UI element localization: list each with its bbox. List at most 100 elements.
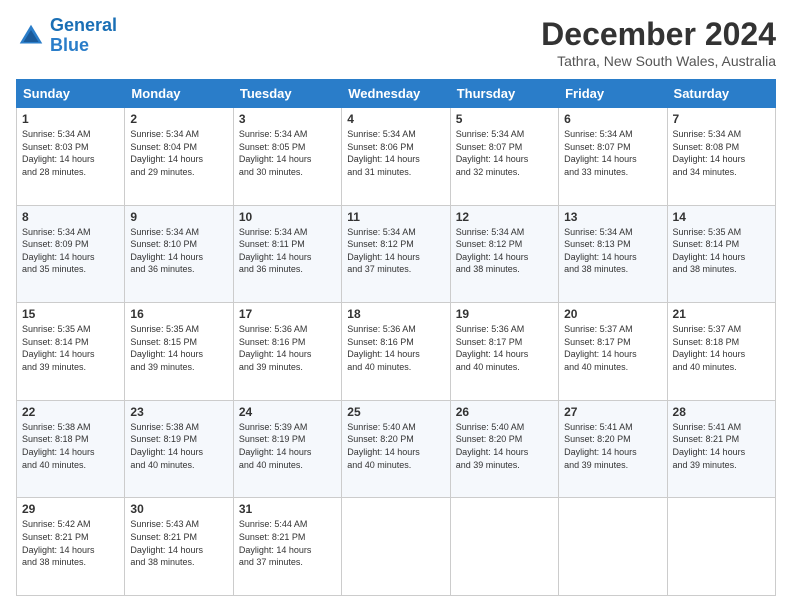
logo-icon [16, 21, 46, 51]
day-number: 29 [22, 502, 119, 516]
day-number: 21 [673, 307, 770, 321]
day-info: Sunrise: 5:35 AMSunset: 8:14 PMDaylight:… [22, 323, 119, 373]
col-sunday: Sunday [17, 80, 125, 108]
day-info: Sunrise: 5:36 AMSunset: 8:17 PMDaylight:… [456, 323, 553, 373]
table-row: 24 Sunrise: 5:39 AMSunset: 8:19 PMDayligh… [233, 400, 341, 498]
table-row: 15 Sunrise: 5:35 AMSunset: 8:14 PMDayligh… [17, 303, 125, 401]
day-info: Sunrise: 5:43 AMSunset: 8:21 PMDaylight:… [130, 518, 227, 568]
day-number: 6 [564, 112, 661, 126]
day-info: Sunrise: 5:36 AMSunset: 8:16 PMDaylight:… [239, 323, 336, 373]
table-row: 29 Sunrise: 5:42 AMSunset: 8:21 PMDayligh… [17, 498, 125, 596]
table-row: 1 Sunrise: 5:34 AMSunset: 8:03 PMDaylight… [17, 108, 125, 206]
day-info: Sunrise: 5:34 AMSunset: 8:06 PMDaylight:… [347, 128, 444, 178]
calendar-table: Sunday Monday Tuesday Wednesday Thursday… [16, 79, 776, 596]
day-info: Sunrise: 5:41 AMSunset: 8:21 PMDaylight:… [673, 421, 770, 471]
table-row: 19 Sunrise: 5:36 AMSunset: 8:17 PMDayligh… [450, 303, 558, 401]
table-row [559, 498, 667, 596]
day-number: 28 [673, 405, 770, 419]
table-row: 10 Sunrise: 5:34 AMSunset: 8:11 PMDayligh… [233, 205, 341, 303]
day-number: 17 [239, 307, 336, 321]
day-info: Sunrise: 5:34 AMSunset: 8:05 PMDaylight:… [239, 128, 336, 178]
day-number: 12 [456, 210, 553, 224]
day-info: Sunrise: 5:34 AMSunset: 8:07 PMDaylight:… [456, 128, 553, 178]
header: General Blue December 2024 Tathra, New S… [16, 16, 776, 69]
calendar-week-row: 8Sunrise: 5:34 AMSunset: 8:09 PMDaylight… [17, 205, 776, 303]
day-info: Sunrise: 5:40 AMSunset: 8:20 PMDaylight:… [347, 421, 444, 471]
table-row: 11 Sunrise: 5:34 AMSunset: 8:12 PMDayligh… [342, 205, 450, 303]
table-row: 9Sunrise: 5:34 AMSunset: 8:10 PMDaylight… [125, 205, 233, 303]
day-info: Sunrise: 5:37 AMSunset: 8:18 PMDaylight:… [673, 323, 770, 373]
day-number: 31 [239, 502, 336, 516]
table-row: 27 Sunrise: 5:41 AMSunset: 8:20 PMDayligh… [559, 400, 667, 498]
calendar-week-row: 29 Sunrise: 5:42 AMSunset: 8:21 PMDayligh… [17, 498, 776, 596]
table-row: 31 Sunrise: 5:44 AMSunset: 8:21 PMDayligh… [233, 498, 341, 596]
table-row [667, 498, 775, 596]
day-number: 20 [564, 307, 661, 321]
table-row: 4 Sunrise: 5:34 AMSunset: 8:06 PMDaylight… [342, 108, 450, 206]
table-row: 3Sunrise: 5:34 AMSunset: 8:05 PMDaylight… [233, 108, 341, 206]
table-row: 18 Sunrise: 5:36 AMSunset: 8:16 PMDayligh… [342, 303, 450, 401]
day-number: 19 [456, 307, 553, 321]
table-row: 28 Sunrise: 5:41 AMSunset: 8:21 PMDayligh… [667, 400, 775, 498]
day-number: 10 [239, 210, 336, 224]
day-info: Sunrise: 5:35 AMSunset: 8:14 PMDaylight:… [673, 226, 770, 276]
day-info: Sunrise: 5:44 AMSunset: 8:21 PMDaylight:… [239, 518, 336, 568]
day-number: 18 [347, 307, 444, 321]
day-info: Sunrise: 5:39 AMSunset: 8:19 PMDaylight:… [239, 421, 336, 471]
day-number: 1 [22, 112, 119, 126]
main-title: December 2024 [541, 16, 776, 53]
day-info: Sunrise: 5:42 AMSunset: 8:21 PMDaylight:… [22, 518, 119, 568]
logo-line1: General [50, 15, 117, 35]
logo-line2: Blue [50, 35, 89, 55]
calendar-header-row: Sunday Monday Tuesday Wednesday Thursday… [17, 80, 776, 108]
col-monday: Monday [125, 80, 233, 108]
col-wednesday: Wednesday [342, 80, 450, 108]
table-row: 30 Sunrise: 5:43 AMSunset: 8:21 PMDayligh… [125, 498, 233, 596]
calendar-week-row: 22Sunrise: 5:38 AMSunset: 8:18 PMDayligh… [17, 400, 776, 498]
day-info: Sunrise: 5:34 AMSunset: 8:13 PMDaylight:… [564, 226, 661, 276]
table-row: 8Sunrise: 5:34 AMSunset: 8:09 PMDaylight… [17, 205, 125, 303]
logo-text: General Blue [50, 16, 117, 56]
col-saturday: Saturday [667, 80, 775, 108]
day-info: Sunrise: 5:35 AMSunset: 8:15 PMDaylight:… [130, 323, 227, 373]
table-row: 14 Sunrise: 5:35 AMSunset: 8:14 PMDayligh… [667, 205, 775, 303]
table-row: 5 Sunrise: 5:34 AMSunset: 8:07 PMDaylight… [450, 108, 558, 206]
table-row: 7 Sunrise: 5:34 AMSunset: 8:08 PMDaylight… [667, 108, 775, 206]
day-number: 14 [673, 210, 770, 224]
table-row: 17 Sunrise: 5:36 AMSunset: 8:16 PMDayligh… [233, 303, 341, 401]
table-row: 16 Sunrise: 5:35 AMSunset: 8:15 PMDayligh… [125, 303, 233, 401]
day-number: 11 [347, 210, 444, 224]
table-row: 23Sunrise: 5:38 AMSunset: 8:19 PMDayligh… [125, 400, 233, 498]
day-info: Sunrise: 5:34 AMSunset: 8:09 PMDaylight:… [22, 226, 119, 276]
day-number: 22 [22, 405, 119, 419]
day-info: Sunrise: 5:34 AMSunset: 8:11 PMDaylight:… [239, 226, 336, 276]
day-number: 26 [456, 405, 553, 419]
col-friday: Friday [559, 80, 667, 108]
table-row: 21 Sunrise: 5:37 AMSunset: 8:18 PMDayligh… [667, 303, 775, 401]
day-info: Sunrise: 5:34 AMSunset: 8:12 PMDaylight:… [347, 226, 444, 276]
day-number: 4 [347, 112, 444, 126]
day-number: 23 [130, 405, 227, 419]
day-number: 16 [130, 307, 227, 321]
table-row: 12Sunrise: 5:34 AMSunset: 8:12 PMDayligh… [450, 205, 558, 303]
day-info: Sunrise: 5:40 AMSunset: 8:20 PMDaylight:… [456, 421, 553, 471]
col-thursday: Thursday [450, 80, 558, 108]
table-row [450, 498, 558, 596]
day-info: Sunrise: 5:34 AMSunset: 8:03 PMDaylight:… [22, 128, 119, 178]
day-info: Sunrise: 5:36 AMSunset: 8:16 PMDaylight:… [347, 323, 444, 373]
logo: General Blue [16, 16, 117, 56]
calendar-week-row: 15 Sunrise: 5:35 AMSunset: 8:14 PMDayligh… [17, 303, 776, 401]
calendar-week-row: 1 Sunrise: 5:34 AMSunset: 8:03 PMDaylight… [17, 108, 776, 206]
day-info: Sunrise: 5:34 AMSunset: 8:08 PMDaylight:… [673, 128, 770, 178]
day-number: 15 [22, 307, 119, 321]
day-number: 30 [130, 502, 227, 516]
day-number: 24 [239, 405, 336, 419]
subtitle: Tathra, New South Wales, Australia [541, 53, 776, 69]
day-info: Sunrise: 5:37 AMSunset: 8:17 PMDaylight:… [564, 323, 661, 373]
day-number: 9 [130, 210, 227, 224]
day-info: Sunrise: 5:41 AMSunset: 8:20 PMDaylight:… [564, 421, 661, 471]
day-number: 7 [673, 112, 770, 126]
title-block: December 2024 Tathra, New South Wales, A… [541, 16, 776, 69]
day-number: 5 [456, 112, 553, 126]
day-number: 27 [564, 405, 661, 419]
